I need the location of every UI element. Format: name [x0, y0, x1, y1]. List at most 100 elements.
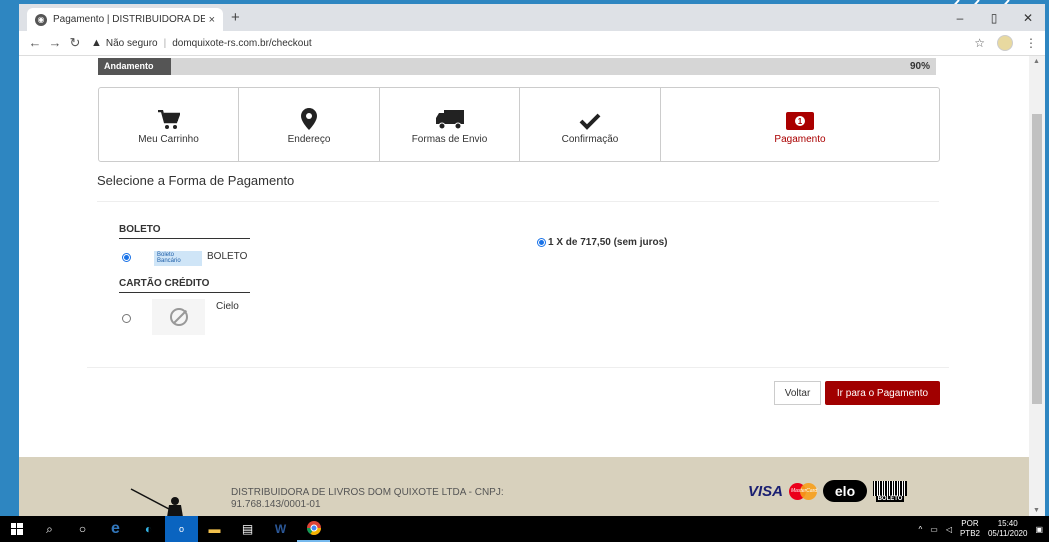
mastercard-logo: MasterCard: [789, 482, 818, 500]
step-label: Pagamento: [774, 134, 826, 145]
nav-buttons: ← → ↻: [25, 35, 85, 51]
progress-percent: 90%: [909, 61, 930, 72]
chevron-up-icon[interactable]: ^: [918, 525, 922, 534]
money-icon: 1: [786, 104, 814, 130]
step-confirmation[interactable]: Confirmação: [520, 88, 661, 161]
minimize-button[interactable]: –: [943, 4, 977, 31]
boleto-barcode-logo: BOLETO: [873, 480, 908, 502]
tab-close-button[interactable]: ×: [209, 14, 215, 26]
menu-kebab-icon[interactable]: ⋮: [1025, 36, 1037, 50]
installment-label: 1 X de 717,50 (sem juros): [548, 237, 668, 248]
tab-bar: ◉ Pagamento | DISTRIBUIDORA DE × + – ▯ ✕: [19, 4, 1045, 31]
page-scrollbar[interactable]: ▲ ▼: [1029, 56, 1045, 516]
divider: [97, 201, 939, 202]
go-to-payment-button[interactable]: Ir para o Pagamento: [825, 381, 940, 405]
edge-icon[interactable]: e: [99, 516, 132, 542]
new-tab-button[interactable]: +: [231, 9, 240, 26]
notifications-icon[interactable]: ▣: [1035, 525, 1043, 534]
step-cart[interactable]: Meu Carrinho: [99, 88, 239, 161]
language-indicator[interactable]: POR PTB2: [960, 519, 980, 539]
site-footer: DISTRIBUIDORA DE LIVROS DOM QUIXOTE LTDA…: [19, 457, 1029, 516]
payment-brands: VISA MasterCard elo BOLETO: [748, 480, 908, 502]
installment-option[interactable]: 1 X de 717,50 (sem juros): [537, 237, 668, 248]
step-label: Confirmação: [561, 134, 619, 145]
progress-bar: Andamento 90%: [98, 58, 936, 75]
browser-window: ◉ Pagamento | DISTRIBUIDORA DE × + – ▯ ✕…: [19, 4, 1045, 516]
lang-code: POR: [961, 519, 979, 528]
word-icon[interactable]: W: [264, 516, 297, 542]
step-shipping[interactable]: Formas de Envio: [380, 88, 520, 161]
step-label: Meu Carrinho: [138, 134, 199, 145]
clock[interactable]: 15:40 05/11/2020: [988, 519, 1027, 539]
address-bar: ← → ↻ ▲ Não seguro | domquixote-rs.com.b…: [19, 31, 1045, 56]
maximize-button[interactable]: ▯: [977, 4, 1011, 31]
volume-icon[interactable]: ◁: [946, 525, 952, 534]
no-image-icon: [169, 308, 188, 326]
elo-logo: elo: [823, 480, 868, 502]
clock-date: 05/11/2020: [987, 529, 1028, 538]
security-label: Não seguro: [105, 37, 158, 49]
boleto-logo: Boleto Bancário: [154, 251, 202, 266]
checkout-steps: Meu Carrinho Endereço Formas de Envio Co…: [98, 87, 940, 162]
divider: [87, 367, 949, 368]
barcode-icon: [873, 480, 908, 496]
network-icon[interactable]: ▭: [930, 525, 938, 534]
boleto-group-label: BOLETO: [119, 224, 250, 239]
reload-icon[interactable]: ↻: [65, 35, 85, 51]
boleto-barcode-label: BOLETO: [875, 495, 905, 502]
cart-icon: [157, 104, 180, 130]
url-field[interactable]: ▲ Não seguro | domquixote-rs.com.br/chec…: [91, 37, 312, 49]
outlook-icon[interactable]: o: [165, 516, 198, 542]
step-address[interactable]: Endereço: [239, 88, 380, 161]
mastercard-text: MasterCard: [791, 487, 818, 494]
scroll-down-icon[interactable]: ▼: [1033, 507, 1040, 514]
map-pin-icon: [301, 104, 317, 130]
forward-arrow-icon[interactable]: →: [45, 35, 65, 51]
toolbar-right: ☆ ⋮: [974, 35, 1037, 51]
company-line2: 91.768.143/0001-01: [231, 499, 321, 510]
cielo-logo: [152, 299, 205, 335]
svg-text:1: 1: [798, 117, 803, 126]
browser-tab[interactable]: ◉ Pagamento | DISTRIBUIDORA DE ×: [27, 8, 223, 31]
system-tray: ^ ▭ ◁ POR PTB2 15:40 05/11/2020 ▣: [918, 516, 1043, 542]
truck-icon: [435, 104, 464, 130]
company-line1: DISTRIBUIDORA DE LIVROS DOM QUIXOTE LTDA…: [231, 487, 504, 498]
progress-fill: Andamento: [98, 58, 171, 75]
profile-avatar[interactable]: [997, 35, 1013, 51]
clock-time: 15:40: [997, 519, 1018, 528]
company-info: DISTRIBUIDORA DE LIVROS DOM QUIXOTE LTDA…: [231, 487, 504, 511]
search-icon[interactable]: ⌕: [33, 516, 66, 542]
boleto-option-label: BOLETO: [207, 251, 248, 262]
globe-icon: ◉: [35, 13, 47, 26]
window-controls: – ▯ ✕: [943, 4, 1045, 31]
cortana-icon[interactable]: ○: [66, 516, 99, 542]
file-explorer-icon[interactable]: ▬: [198, 516, 231, 542]
edge-chromium-icon[interactable]: ◐: [132, 516, 165, 542]
back-button[interactable]: Voltar: [774, 381, 821, 405]
cielo-option-label: Cielo: [216, 301, 239, 312]
windows-start-icon[interactable]: [0, 516, 33, 542]
section-title: Selecione a Forma de Pagamento: [97, 173, 295, 188]
tab-title: Pagamento | DISTRIBUIDORA DE: [53, 14, 205, 25]
step-label: Formas de Envio: [411, 134, 488, 145]
cielo-radio[interactable]: [122, 314, 131, 323]
bookmark-star-icon[interactable]: ☆: [974, 36, 985, 50]
boleto-radio[interactable]: [122, 253, 131, 262]
scroll-up-icon[interactable]: ▲: [1033, 58, 1040, 65]
url-text: domquixote-rs.com.br/checkout: [172, 37, 312, 49]
windows-taskbar: ⌕ ○ e ◐ o ▬ ▤ W ^ ▭ ◁ POR PTB2 15:40 05/…: [0, 516, 1049, 542]
reader-icon[interactable]: ▤: [231, 516, 264, 542]
back-arrow-icon[interactable]: ←: [25, 35, 45, 51]
close-window-button[interactable]: ✕: [1011, 4, 1045, 31]
scroll-thumb[interactable]: [1032, 114, 1042, 404]
card-group-label: CARTÃO CRÉDITO: [119, 278, 250, 293]
warning-icon[interactable]: ▲: [91, 37, 102, 49]
keyboard-layout: PTB2: [959, 529, 980, 538]
don-quixote-logo: [130, 488, 183, 516]
installment-radio[interactable]: [537, 238, 546, 247]
visa-logo: VISA: [748, 482, 784, 500]
step-label: Endereço: [287, 134, 331, 145]
check-icon: [579, 104, 601, 130]
chrome-icon[interactable]: [297, 516, 330, 542]
step-payment[interactable]: 1 Pagamento: [661, 88, 939, 161]
